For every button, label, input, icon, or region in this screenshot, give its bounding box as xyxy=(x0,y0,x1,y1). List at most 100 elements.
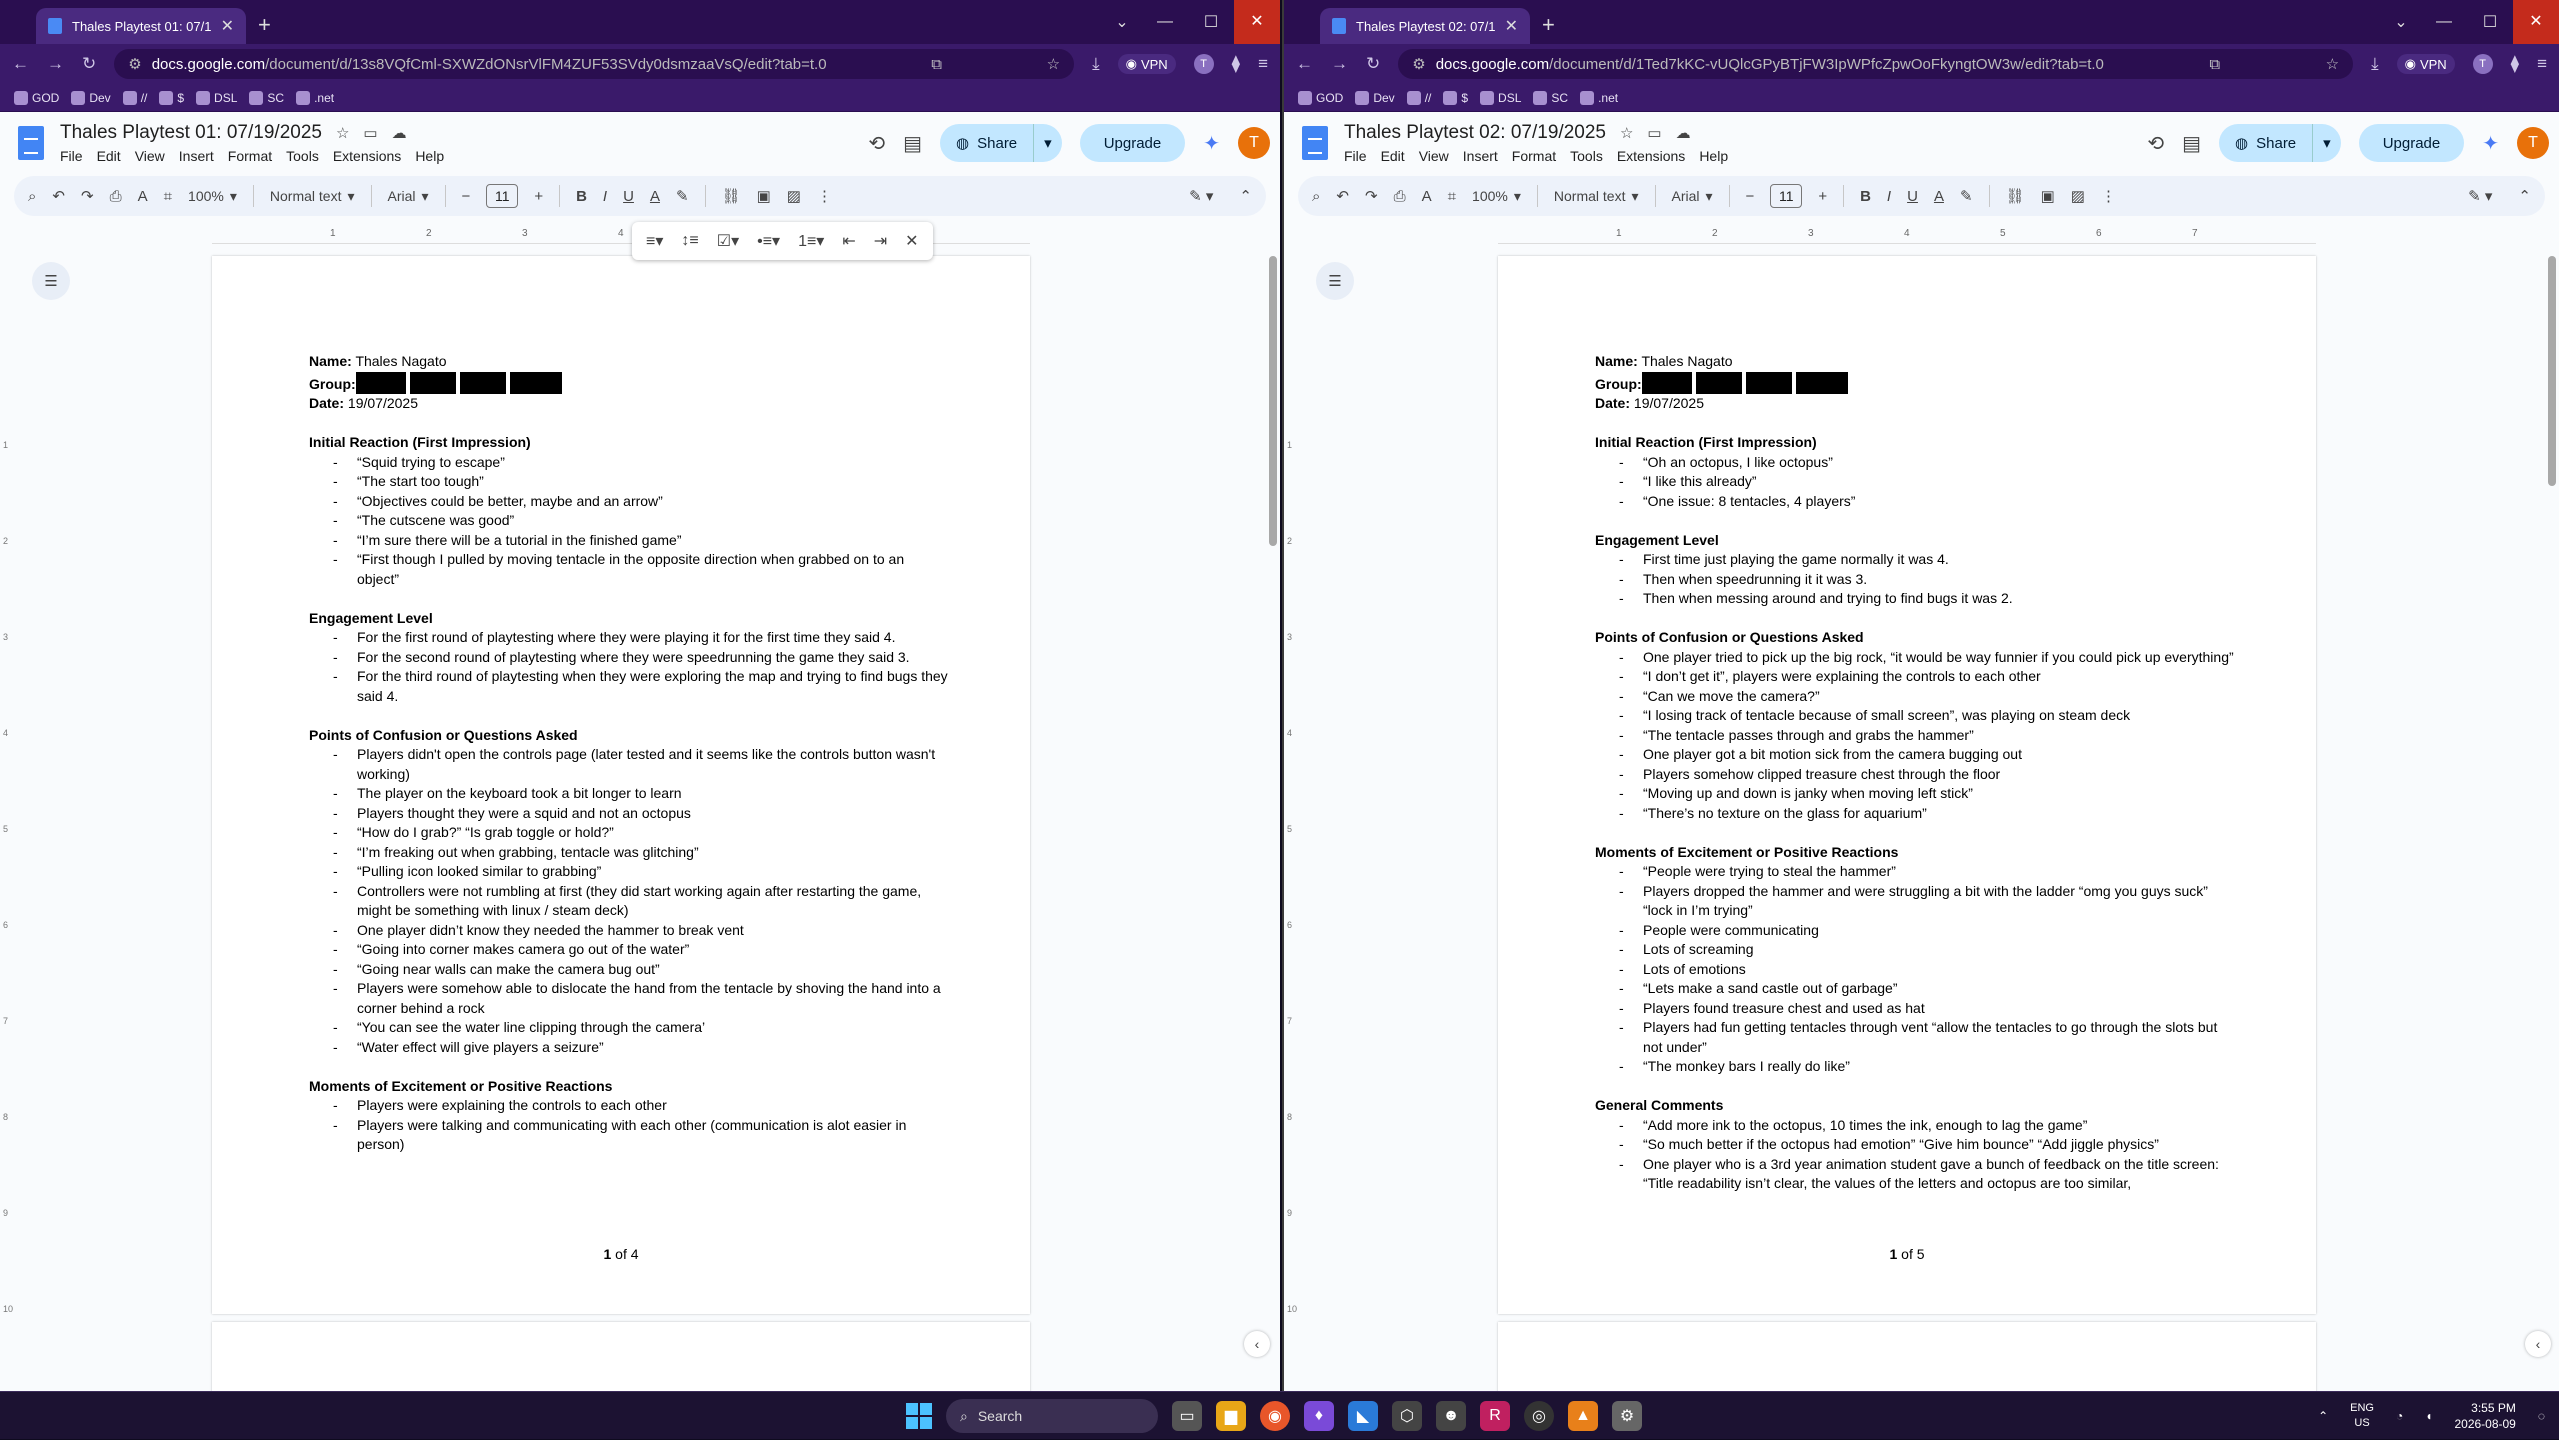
editing-mode-icon[interactable]: ✎ ▾ xyxy=(2468,187,2492,205)
menu-view[interactable]: View xyxy=(135,148,165,164)
insert-link-icon[interactable]: ⛓ xyxy=(2006,187,2025,205)
zoom-select[interactable]: 100% ▾ xyxy=(188,188,237,205)
rider-icon[interactable]: R xyxy=(1480,1401,1510,1431)
history-icon[interactable]: ⟲ xyxy=(868,131,885,156)
menu-help[interactable]: Help xyxy=(1699,148,1728,164)
vlc-icon[interactable]: ▲ xyxy=(1568,1401,1598,1431)
add-comment-icon[interactable]: ▣ xyxy=(2041,187,2055,205)
decrease-font-icon[interactable]: − xyxy=(462,188,471,205)
insert-image-icon[interactable]: ▨ xyxy=(787,187,801,205)
italic-icon[interactable]: I xyxy=(603,188,607,205)
bookmark-item[interactable]: SC xyxy=(249,90,284,105)
maximize-button[interactable]: ☐ xyxy=(1188,12,1234,32)
menu-format[interactable]: Format xyxy=(228,148,272,164)
bookmark-star-icon[interactable]: ☆ xyxy=(1047,55,1060,73)
new-tab-button[interactable]: + xyxy=(1542,12,1555,38)
close-window-button[interactable]: ✕ xyxy=(1234,0,1280,44)
menu-edit[interactable]: Edit xyxy=(1381,148,1405,164)
decrease-font-icon[interactable]: − xyxy=(1746,188,1755,205)
bookmark-item[interactable]: $ xyxy=(1443,90,1468,105)
profile-avatar-small[interactable]: T xyxy=(2472,54,2493,74)
clock[interactable]: 3:55 PM 2026-08-09 xyxy=(2454,1400,2515,1432)
menu-extensions[interactable]: Extensions xyxy=(1617,148,1685,164)
site-info-icon[interactable]: ⚙ xyxy=(128,55,141,73)
search-menus-icon[interactable]: ⌕ xyxy=(1312,188,1320,205)
install-app-icon[interactable]: ⧉ xyxy=(2209,56,2220,73)
decrease-indent-icon[interactable]: ⇤ xyxy=(842,231,855,251)
document-outline-icon[interactable]: ☰ xyxy=(32,262,70,300)
forward-icon[interactable]: → xyxy=(47,54,64,74)
star-icon[interactable]: ☆ xyxy=(1620,124,1633,142)
clear-format-icon[interactable]: ✕ xyxy=(905,231,918,251)
gemini-icon[interactable]: ✦ xyxy=(1203,131,1220,156)
text-color-icon[interactable]: A xyxy=(650,188,660,205)
bookmark-item[interactable]: GOD xyxy=(14,90,59,105)
increase-indent-icon[interactable]: ⇥ xyxy=(874,231,887,251)
new-tab-button[interactable]: + xyxy=(258,12,271,38)
vertical-ruler[interactable]: 1 2 3 4 5 6 7 8 9 10 xyxy=(0,250,14,1390)
tab-list-chevron-icon[interactable]: ⌄ xyxy=(2381,12,2421,32)
reload-icon[interactable]: ↻ xyxy=(1366,54,1380,74)
obs-icon[interactable]: ◎ xyxy=(1524,1401,1554,1431)
search-menus-icon[interactable]: ⌕ xyxy=(28,188,36,205)
font-select[interactable]: Arial ▾ xyxy=(388,188,429,205)
bullet-list-icon[interactable]: •≡▾ xyxy=(757,231,780,251)
back-icon[interactable]: ← xyxy=(12,54,29,74)
insert-link-icon[interactable]: ⛓ xyxy=(722,187,741,205)
minimize-button[interactable]: — xyxy=(1142,13,1188,31)
bookmark-item[interactable]: // xyxy=(122,90,147,105)
address-bar[interactable]: ⚙ docs.google.com/document/d/13s8VQfCml-… xyxy=(114,49,1075,79)
menu-tools[interactable]: Tools xyxy=(1570,148,1603,164)
star-icon[interactable]: ☆ xyxy=(336,124,349,142)
style-select[interactable]: Normal text ▾ xyxy=(270,188,355,205)
document-title[interactable]: Thales Playtest 01: 07/19/2025 xyxy=(60,122,322,144)
share-dropdown-icon[interactable]: ▾ xyxy=(2312,124,2341,162)
insert-image-icon[interactable]: ▨ xyxy=(2071,187,2085,205)
font-size-input[interactable]: 11 xyxy=(1770,184,1803,208)
site-info-icon[interactable]: ⚙ xyxy=(1412,55,1425,73)
bookmark-star-icon[interactable]: ☆ xyxy=(2326,55,2339,73)
app-icon[interactable]: ♦ xyxy=(1304,1401,1334,1431)
extensions-icon[interactable]: ⧫ xyxy=(1232,54,1240,74)
more-options-icon[interactable]: ⋮ xyxy=(2101,187,2116,205)
address-bar[interactable]: ⚙ docs.google.com/document/d/1Ted7kKC-vU… xyxy=(1398,49,2354,79)
history-icon[interactable]: ⟲ xyxy=(2147,131,2164,156)
undo-icon[interactable]: ↶ xyxy=(52,187,65,205)
browser-tab[interactable]: Thales Playtest 01: 07/19/2025 ✕ xyxy=(36,8,246,44)
underline-icon[interactable]: U xyxy=(623,188,634,205)
bookmark-item[interactable]: .net xyxy=(296,90,334,105)
account-avatar[interactable]: T xyxy=(1238,127,1270,159)
browser-menu-icon[interactable]: ≡ xyxy=(2537,54,2547,74)
back-icon[interactable]: ← xyxy=(1296,54,1313,74)
scrollbar[interactable] xyxy=(2545,256,2559,1391)
cloud-saved-icon[interactable]: ☁ xyxy=(392,124,407,142)
share-button[interactable]: ◍ Share ▾ xyxy=(2219,124,2341,162)
comments-icon[interactable]: ▤ xyxy=(903,131,922,156)
document-body[interactable]: Name: Thales Nagato Group: Date: 19/07/2… xyxy=(309,352,949,1155)
wifi-icon[interactable]: ◔ xyxy=(2396,1409,2403,1423)
add-comment-icon[interactable]: ▣ xyxy=(757,187,771,205)
increase-font-icon[interactable]: + xyxy=(534,188,543,205)
downloads-icon[interactable]: ⤓ xyxy=(2371,54,2379,74)
install-app-icon[interactable]: ⧉ xyxy=(931,56,942,73)
increase-font-icon[interactable]: + xyxy=(1818,188,1827,205)
browser-tab[interactable]: Thales Playtest 02: 07/19/2025 ✕ xyxy=(1320,8,1530,44)
menu-tools[interactable]: Tools xyxy=(286,148,319,164)
side-panel-toggle-icon[interactable]: ‹ xyxy=(1244,1331,1270,1357)
taskbar-search[interactable]: ⌕ Search xyxy=(946,1399,1158,1433)
gemini-icon[interactable]: ✦ xyxy=(2482,131,2499,156)
paint-format-icon[interactable]: ⌗ xyxy=(164,188,172,205)
bookmark-item[interactable]: DSL xyxy=(1480,90,1521,105)
bookmark-item[interactable]: // xyxy=(1406,90,1431,105)
menu-insert[interactable]: Insert xyxy=(1463,148,1498,164)
bookmark-item[interactable]: Dev xyxy=(1355,90,1395,105)
font-select[interactable]: Arial ▾ xyxy=(1672,188,1713,205)
spellcheck-icon[interactable]: A xyxy=(138,188,148,205)
editing-mode-icon[interactable]: ✎ ▾ xyxy=(1189,187,1213,205)
move-folder-icon[interactable]: ▭ xyxy=(363,124,377,142)
tab-close-icon[interactable]: ✕ xyxy=(221,16,234,36)
docs-logo-icon[interactable] xyxy=(1302,126,1328,160)
vpn-badge[interactable]: ◉ VPN xyxy=(2396,54,2455,74)
settings-icon[interactable]: ⚙ xyxy=(1612,1401,1642,1431)
move-folder-icon[interactable]: ▭ xyxy=(1647,124,1661,142)
